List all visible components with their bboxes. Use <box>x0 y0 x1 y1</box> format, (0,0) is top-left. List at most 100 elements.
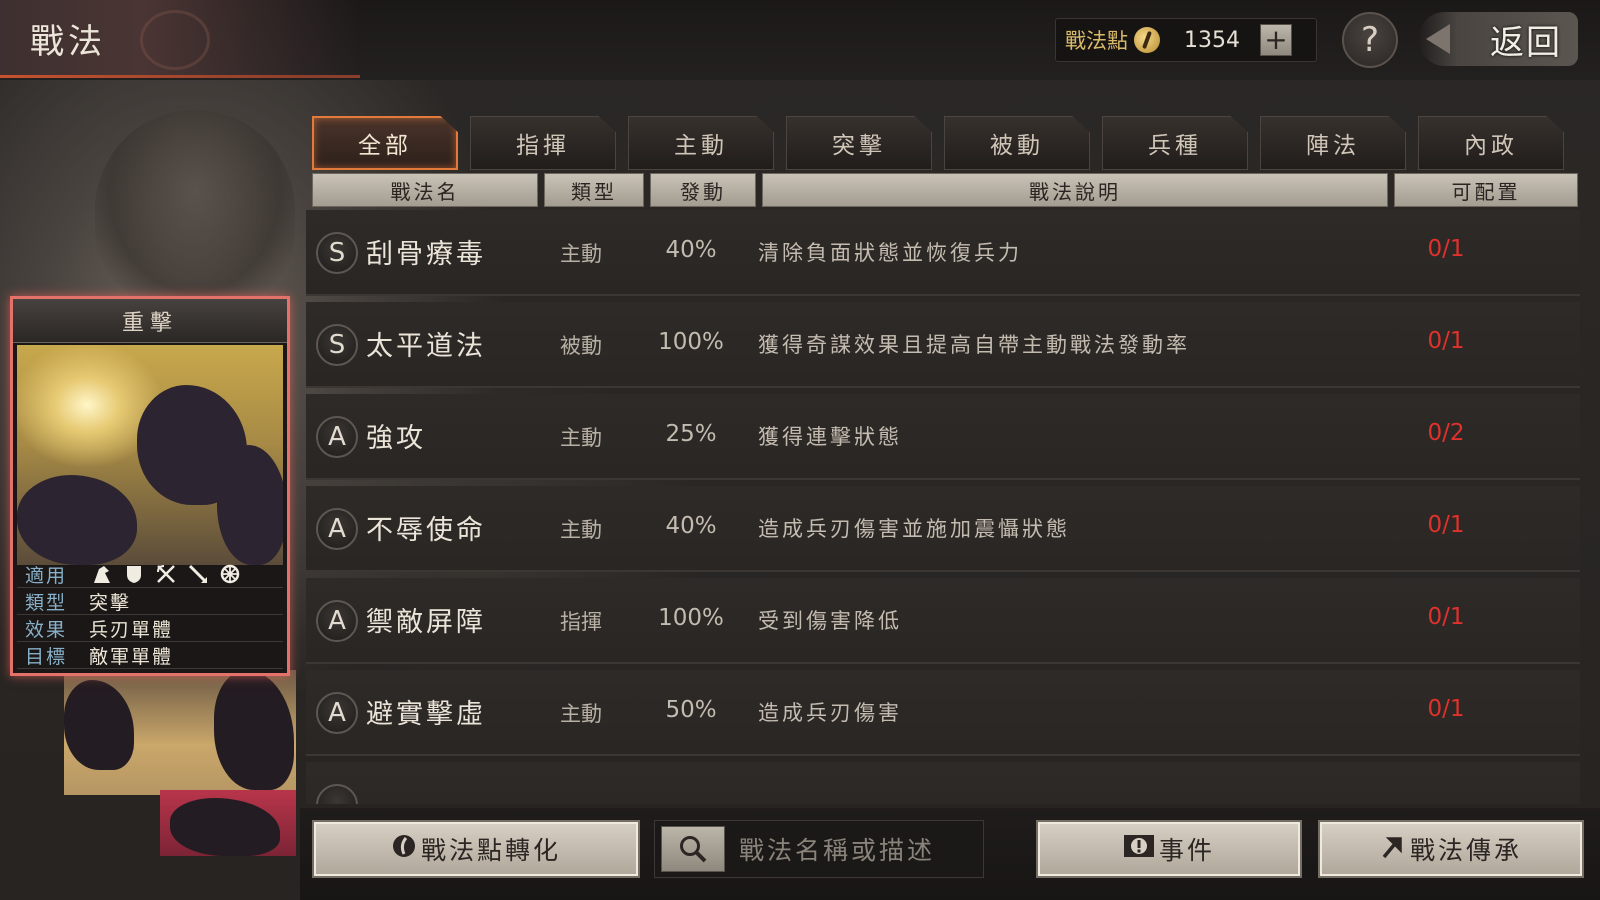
events-button[interactable]: 事件 <box>1036 820 1302 878</box>
tab-troop[interactable]: 兵種 <box>1102 116 1248 170</box>
grade-badge: A <box>316 508 358 550</box>
skill-type: 主動 <box>560 242 602 266</box>
applicable-label: 適用 <box>25 564 68 587</box>
target-label: 目標 <box>25 645 68 668</box>
skill-type: 主動 <box>560 702 602 726</box>
event-alert-icon <box>1123 833 1155 866</box>
skill-name: 太平道法 <box>366 331 486 362</box>
tactic-inheritance-label: 戰法傳承 <box>1409 836 1522 865</box>
column-header-name[interactable]: 戰法名 <box>312 173 538 207</box>
skill-rate: 40% <box>665 513 717 539</box>
skill-row[interactable]: A 不辱使命 主動 40% 造成兵刃傷害並施加震懾狀態 0/1 <box>306 486 1580 572</box>
tab-passive[interactable]: 被動 <box>944 116 1090 170</box>
search-field[interactable]: 戰法名稱或描述 <box>654 820 984 878</box>
skill-type: 主動 <box>560 426 602 450</box>
column-header-slots[interactable]: 可配置 <box>1394 173 1578 207</box>
column-header-description: 戰法說明 <box>762 173 1388 207</box>
title-band: 戰法 <box>0 0 360 78</box>
skill-description: 造成兵刃傷害並施加震懾狀態 <box>758 517 1070 541</box>
tab-command[interactable]: 指揮 <box>470 116 616 170</box>
add-points-button[interactable]: + <box>1260 24 1292 56</box>
points-value: 1354 <box>1184 27 1240 53</box>
skill-name: 強攻 <box>366 423 426 454</box>
tab-internal-affairs[interactable]: 內政 <box>1418 116 1564 170</box>
spear-icon <box>187 563 209 585</box>
general-portrait-art <box>64 670 296 795</box>
skill-description: 造成兵刃傷害 <box>758 701 902 725</box>
grade-badge: S <box>316 232 358 274</box>
skill-slots: 0/1 <box>1427 696 1465 722</box>
tab-formation[interactable]: 陣法 <box>1260 116 1406 170</box>
troop-icons <box>83 563 241 585</box>
card-info: 適用 類型 突擊 效果 兵刃單體 目標 敵軍單體 <box>17 561 283 669</box>
info-row-type: 類型 突擊 <box>17 588 283 615</box>
skill-description: 獲得連擊狀態 <box>758 425 902 449</box>
skill-name: 刮骨療毒 <box>366 239 486 270</box>
skill-rate: 40% <box>665 237 717 263</box>
skill-name: 不辱使命 <box>366 515 486 546</box>
skill-list[interactable]: S 刮骨療毒 主動 40% 清除負面狀態並恢復兵力 0/1 S 太平道法 被動 … <box>306 210 1588 804</box>
skill-row[interactable]: A 避實擊虛 主動 50% 造成兵刃傷害 0/1 <box>306 670 1580 756</box>
tab-active[interactable]: 主動 <box>628 116 774 170</box>
tab-all[interactable]: 全部 <box>312 116 458 170</box>
skill-rate: 100% <box>658 605 724 631</box>
skill-description: 受到傷害降低 <box>758 609 902 633</box>
skill-type: 被動 <box>560 334 602 358</box>
art-silhouette <box>170 798 280 856</box>
events-label: 事件 <box>1158 836 1215 865</box>
skill-slots: 0/1 <box>1427 328 1465 354</box>
skill-row[interactable]: S 刮骨療毒 主動 40% 清除負面狀態並恢復兵力 0/1 <box>306 210 1580 296</box>
skill-row-partial[interactable] <box>306 762 1580 804</box>
back-button[interactable]: 返回 <box>1418 12 1578 66</box>
skill-slots: 0/1 <box>1427 236 1465 262</box>
art-silhouette <box>214 670 294 790</box>
skill-rate: 100% <box>658 329 724 355</box>
info-row-applicable: 適用 <box>17 561 283 588</box>
inherit-arrow-icon <box>1380 833 1406 866</box>
points-label: 戰法點 <box>1065 29 1128 53</box>
convert-points-button[interactable]: 戰法點轉化 <box>312 820 640 878</box>
effect-value: 兵刃單體 <box>89 618 174 641</box>
decor-swirl <box>140 10 210 70</box>
search-icon <box>680 836 707 863</box>
tab-assault[interactable]: 突擊 <box>786 116 932 170</box>
skill-rate: 25% <box>665 421 717 447</box>
back-label: 返回 <box>1490 22 1562 63</box>
back-arrow-icon <box>1426 24 1450 54</box>
grade-badge <box>316 784 358 804</box>
tactic-points-display: 戰法點 1354 + <box>1055 18 1317 62</box>
soldier-silhouette <box>217 445 283 565</box>
cavalry-icon <box>91 563 113 585</box>
skill-type: 主動 <box>560 518 602 542</box>
skill-description: 清除負面狀態並恢復兵力 <box>758 241 1022 265</box>
skill-slots: 0/1 <box>1427 604 1465 630</box>
background-general-art <box>95 110 295 310</box>
category-tabs: 全部 指揮 主動 突擊 被動 兵種 陣法 內政 <box>312 116 1564 170</box>
column-header-rate[interactable]: 發動 <box>650 173 756 207</box>
tactic-inheritance-button[interactable]: 戰法傳承 <box>1318 820 1584 878</box>
skill-description: 獲得奇謀效果且提高自帶主動戰法發動率 <box>758 333 1190 357</box>
skill-name: 禦敵屏障 <box>366 607 486 638</box>
skill-slots: 0/1 <box>1427 512 1465 538</box>
search-placeholder: 戰法名稱或描述 <box>739 836 936 865</box>
horse-silhouette <box>17 475 137 565</box>
skill-row[interactable]: A 禦敵屏障 指揮 100% 受到傷害降低 0/1 <box>306 578 1580 664</box>
skill-rate: 50% <box>665 697 717 723</box>
bow-icon <box>155 563 177 585</box>
skill-row[interactable]: A 強攻 主動 25% 獲得連擊狀態 0/2 <box>306 394 1580 480</box>
effect-label: 效果 <box>25 618 68 641</box>
shield-icon <box>123 563 145 585</box>
wheel-icon <box>219 563 241 585</box>
type-label: 類型 <box>25 591 68 614</box>
skill-row[interactable]: S 太平道法 被動 100% 獲得奇謀效果且提高自帶主動戰法發動率 0/1 <box>306 302 1580 388</box>
search-button[interactable] <box>661 826 725 872</box>
info-row-effect: 效果 兵刃單體 <box>17 615 283 642</box>
skill-detail-card: 重擊 適用 類型 突擊 效果 兵刃單體 目標 敵軍單體 <box>10 296 290 676</box>
skill-slots: 0/2 <box>1427 420 1465 446</box>
page-title: 戰法 <box>30 22 106 62</box>
column-header-type[interactable]: 類型 <box>544 173 644 207</box>
skill-type: 指揮 <box>560 610 602 634</box>
grade-badge: S <box>316 324 358 366</box>
help-button[interactable]: ? <box>1342 12 1398 68</box>
grade-badge: A <box>316 692 358 734</box>
